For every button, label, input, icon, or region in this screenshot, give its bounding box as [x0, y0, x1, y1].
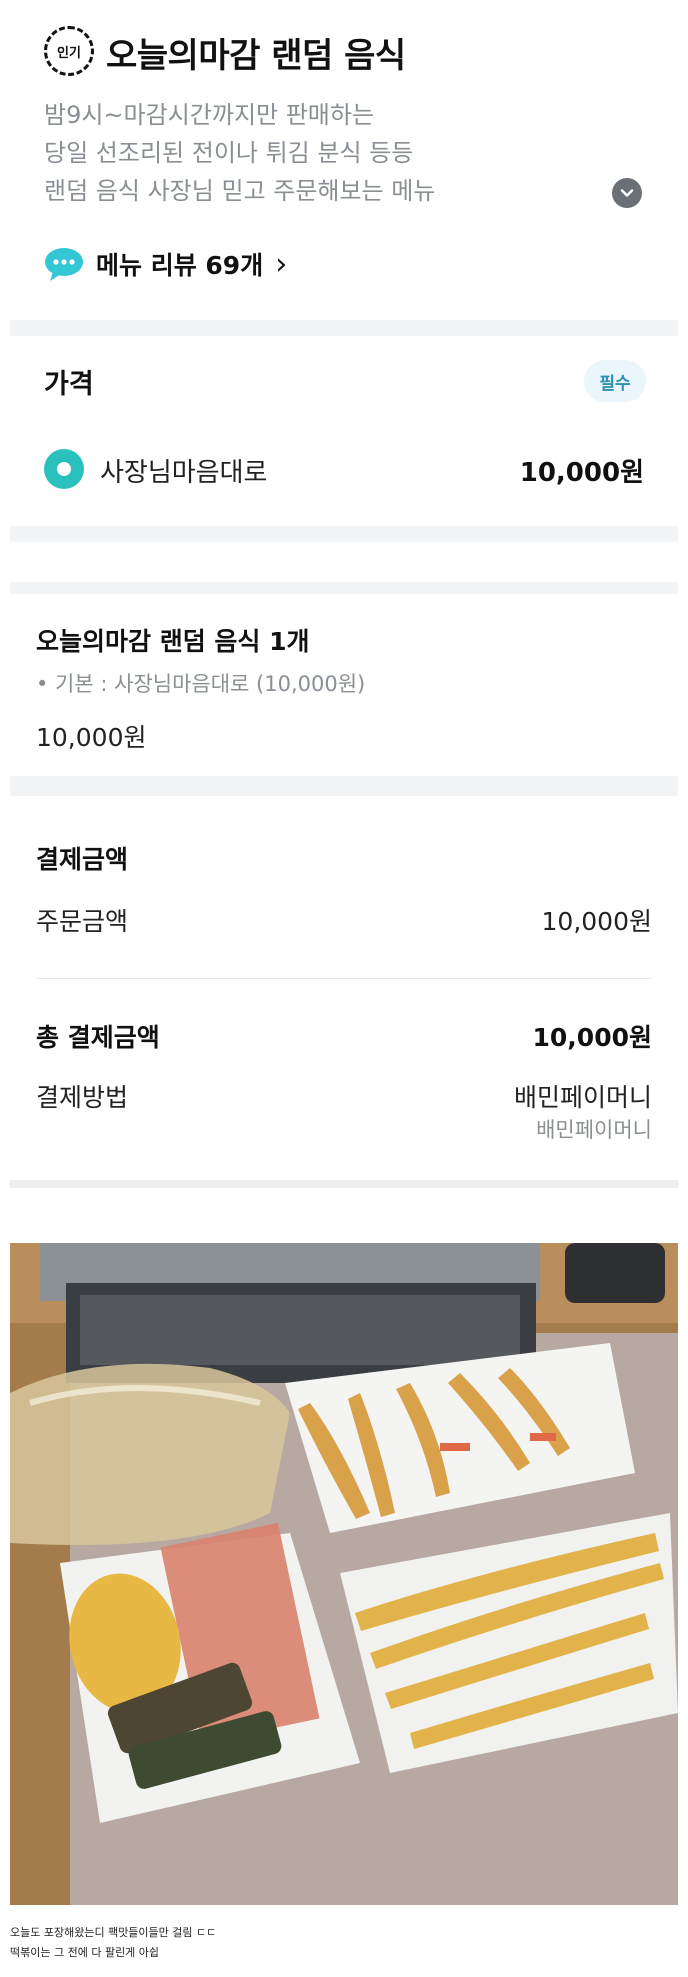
- order-amount-label: 주문금액: [36, 907, 129, 936]
- payment-divider: [36, 978, 652, 979]
- food-photo-illustration: [10, 1243, 678, 1905]
- price-option-value: 10,000원: [519, 458, 644, 488]
- menu-description: 밤9시~마감시간까지만 판매하는 당일 선조리된 전이나 튀김 분식 등등 랜덤…: [44, 96, 604, 210]
- price-section-title: 가격: [44, 369, 94, 400]
- menu-description-line: 당일 선조리된 전이나 튀김 분식 등등: [44, 139, 414, 167]
- total-amount-label: 총 결제금액: [36, 1023, 160, 1052]
- payment-section-title: 결제금액: [36, 845, 129, 874]
- menu-description-line: 밤9시~마감시간까지만 판매하는: [44, 101, 375, 129]
- section-divider: [10, 1180, 678, 1188]
- speech-bubble-icon: [45, 248, 83, 281]
- popular-badge: 인기: [44, 26, 94, 76]
- order-item-option: • 기본 : 사장님마음대로 (10,000원): [36, 672, 366, 696]
- payment-method-sub: 배민페이머니: [536, 1118, 652, 1142]
- total-amount-value: 10,000원: [532, 1023, 652, 1052]
- menu-title: 오늘의마감 랜덤 음식: [106, 36, 406, 76]
- option-radio-button[interactable]: [44, 449, 84, 489]
- section-divider: [10, 582, 678, 594]
- order-item-price: 10,000원: [36, 723, 147, 752]
- photo-caption-line: 떡볶이는 그 전에 다 팔린게 아쉽: [10, 1946, 160, 1959]
- chevron-right-icon: ›: [275, 246, 288, 282]
- payment-method-value: 배민페이머니: [513, 1083, 652, 1112]
- price-option-label[interactable]: 사장님마음대로: [100, 452, 267, 489]
- chevron-down-icon: [620, 189, 634, 197]
- menu-review-link[interactable]: 메뉴 리뷰 69개 ›: [44, 246, 287, 282]
- review-link-label: 메뉴 리뷰 69개: [96, 251, 264, 280]
- required-badge: 필수: [584, 360, 646, 402]
- expand-description-button[interactable]: [612, 178, 642, 208]
- photo-caption-line: 오늘도 포장해왔는디 팩맛들이들만 걸림 ㄷㄷ: [10, 1926, 217, 1939]
- menu-description-line: 랜덤 음식 사장님 믿고 주문해보는 메뉴: [44, 177, 436, 205]
- payment-method-label: 결제방법: [36, 1083, 129, 1112]
- radio-selected-dot: [57, 462, 71, 476]
- section-divider: [10, 526, 678, 542]
- section-divider: [10, 320, 678, 336]
- section-divider: [10, 776, 678, 796]
- order-item-name: 오늘의마감 랜덤 음식 1개: [36, 627, 310, 656]
- food-photo: [10, 1243, 678, 1905]
- popular-badge-label: 인기: [57, 45, 81, 61]
- order-amount-value: 10,000원: [541, 907, 652, 936]
